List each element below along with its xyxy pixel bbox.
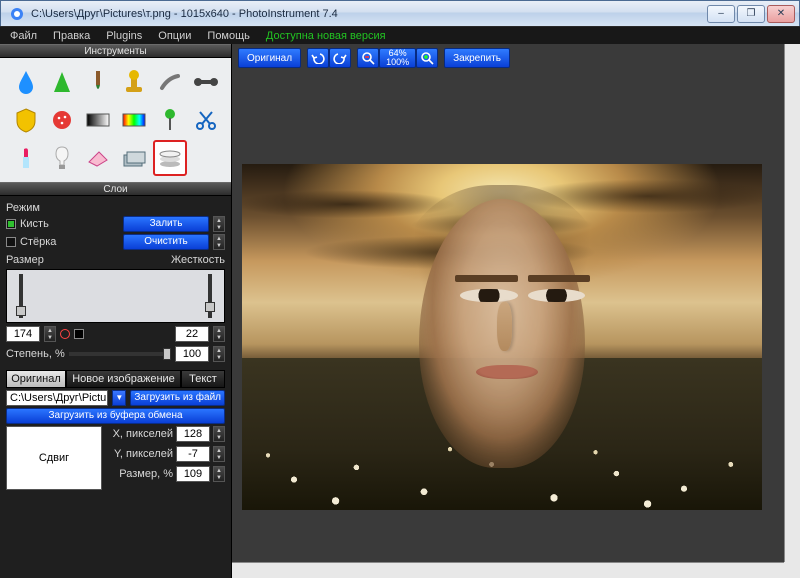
load-clipboard-button[interactable]: Загрузить из буфера обмена — [6, 408, 225, 424]
menu-file[interactable]: Файл — [4, 29, 43, 43]
update-link[interactable]: Доступна новая версия — [260, 29, 392, 43]
tool-bills[interactable] — [117, 140, 151, 176]
zoom-display[interactable]: 64%100% — [379, 48, 416, 68]
brush-checkbox[interactable] — [6, 219, 16, 229]
image-lips — [476, 365, 538, 379]
scroll-corner — [784, 562, 800, 578]
image-brow-left — [455, 275, 517, 282]
y-value[interactable]: -7 — [176, 446, 210, 462]
degree-value[interactable]: 100 — [175, 346, 209, 362]
x-value[interactable]: 128 — [176, 426, 210, 442]
scale-value[interactable]: 109 — [176, 466, 210, 482]
fill-button[interactable]: Залить — [123, 216, 209, 232]
size-label: Размер — [6, 254, 44, 266]
tool-smudge[interactable] — [153, 64, 187, 100]
brush-sliders — [6, 269, 225, 323]
tool-grid — [0, 58, 231, 182]
left-panel: Инструменты Слои Режим Кисть — [0, 44, 232, 578]
canvas-image[interactable] — [242, 164, 762, 510]
clear-button[interactable]: Очистить — [123, 234, 209, 250]
scale-label: Размер, % — [119, 468, 173, 480]
tool-pin[interactable] — [153, 102, 187, 138]
minimize-button[interactable]: – — [707, 5, 735, 23]
degree-stepper[interactable]: ▲▼ — [213, 346, 225, 362]
tool-eraser[interactable] — [81, 140, 115, 176]
tool-cone[interactable] — [45, 64, 79, 100]
size-stepper[interactable]: ▲▼ — [44, 326, 56, 342]
degree-slider[interactable] — [69, 352, 171, 356]
menu-edit[interactable]: Правка — [47, 29, 96, 43]
eraser-label: Стёрка — [20, 236, 56, 248]
tool-stamp[interactable] — [117, 64, 151, 100]
image-brow-right — [528, 275, 590, 282]
y-stepper[interactable]: ▲▼ — [213, 446, 225, 462]
menu-options[interactable]: Опции — [152, 29, 197, 43]
tool-scissors[interactable] — [189, 102, 223, 138]
eraser-checkbox[interactable] — [6, 237, 16, 247]
tool-bulb[interactable] — [45, 140, 79, 176]
layers-panel-header: Слои — [0, 182, 231, 196]
pin-button[interactable]: Закрепить — [444, 48, 510, 68]
vertical-scrollbar[interactable] — [784, 44, 800, 562]
window-titlebar: C:\Users\Друг\Pictures\т.png - 1015x640 … — [0, 0, 800, 26]
degree-label: Степень, % — [6, 348, 65, 360]
tool-bw-gradient[interactable] — [81, 102, 115, 138]
tool-shield[interactable] — [9, 102, 43, 138]
tab-new-image[interactable]: Новое изображение — [66, 370, 181, 388]
undo-button[interactable] — [307, 48, 329, 68]
file-path-combo[interactable]: C:\Users\Друг\Pictures\foto na ▾ — [6, 390, 108, 406]
app-icon — [9, 6, 25, 22]
menu-plugins[interactable]: Plugins — [100, 29, 148, 43]
tool-color-gradient[interactable] — [117, 102, 151, 138]
size-value[interactable]: 174 — [6, 326, 40, 342]
shift-pad[interactable]: Сдвиг — [6, 426, 102, 490]
tab-text[interactable]: Текст — [181, 370, 225, 388]
original-button[interactable]: Оригинал — [238, 48, 301, 68]
canvas-area: Оригинал 64%100% Закрепить — [232, 44, 800, 578]
horizontal-scrollbar[interactable] — [232, 562, 784, 578]
fill-stepper[interactable]: ▲▼ — [213, 216, 225, 232]
menu-help[interactable]: Помощь — [201, 29, 256, 43]
layers-panel: Режим Кисть Залить ▲▼ Стёрка Очистить ▲▼… — [0, 196, 231, 496]
image-nose — [497, 302, 513, 350]
x-stepper[interactable]: ▲▼ — [213, 426, 225, 442]
tab-original[interactable]: Оригинал — [6, 370, 66, 388]
maximize-button[interactable]: ❐ — [737, 5, 765, 23]
window-title: C:\Users\Друг\Pictures\т.png - 1015x640 … — [31, 8, 707, 20]
tool-denoise[interactable] — [45, 102, 79, 138]
y-label: Y, пикселей — [114, 448, 173, 460]
x-label: X, пикселей — [113, 428, 173, 440]
load-file-button[interactable]: Загрузить из файл — [130, 390, 225, 406]
mode-label: Режим — [6, 202, 225, 214]
clear-stepper[interactable]: ▲▼ — [213, 234, 225, 250]
hardness-label: Жесткость — [171, 254, 225, 266]
hardness-stepper[interactable]: ▲▼ — [213, 326, 225, 342]
tool-brush[interactable] — [81, 64, 115, 100]
zoom-out-button[interactable] — [357, 48, 379, 68]
hardness-slider-thumb[interactable] — [205, 302, 215, 312]
tool-droplet[interactable] — [9, 64, 43, 100]
scale-stepper[interactable]: ▲▼ — [213, 466, 225, 482]
brush-label: Кисть — [20, 218, 49, 230]
tool-lipstick[interactable] — [9, 140, 43, 176]
close-button[interactable]: ✕ — [767, 5, 795, 23]
zoom-in-button[interactable] — [416, 48, 438, 68]
brush-shape-circle[interactable] — [60, 329, 70, 339]
file-path-dropdown[interactable]: ▼ — [112, 390, 126, 406]
brush-shape-square[interactable] — [74, 329, 84, 339]
redo-button[interactable] — [329, 48, 351, 68]
menu-bar: Файл Правка Plugins Опции Помощь Доступн… — [0, 26, 800, 44]
tool-layers[interactable] — [153, 140, 187, 176]
hardness-value[interactable]: 22 — [175, 326, 209, 342]
canvas-toolbar: Оригинал 64%100% Закрепить — [238, 48, 510, 68]
tool-dumbbell[interactable] — [189, 64, 223, 100]
image-eye-left — [460, 289, 517, 303]
size-slider-thumb[interactable] — [16, 306, 26, 316]
tools-panel-header: Инструменты — [0, 44, 231, 58]
